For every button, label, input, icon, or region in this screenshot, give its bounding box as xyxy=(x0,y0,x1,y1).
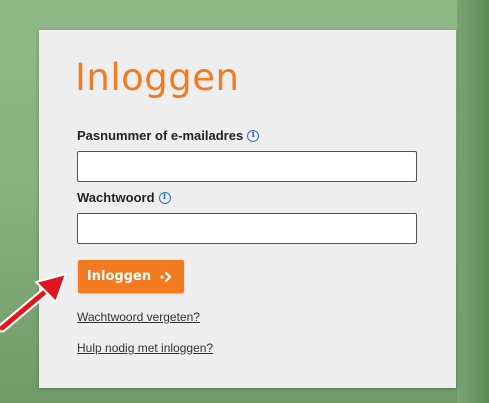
login-button-label: Inloggen xyxy=(86,269,152,284)
forgot-password-link[interactable]: Wachtwoord vergeten? xyxy=(77,310,200,324)
password-label-text: Wachtwoord xyxy=(77,190,155,205)
username-input[interactable] xyxy=(77,151,417,182)
info-icon[interactable]: i xyxy=(247,129,260,142)
password-label: Wachtwoord i xyxy=(77,190,171,205)
double-chevron-right-icon xyxy=(159,271,175,283)
username-label-text: Pasnummer of e-mailadres xyxy=(77,128,244,143)
page-title: Inloggen xyxy=(75,56,240,99)
background-panel xyxy=(457,0,489,403)
red-arrow-icon xyxy=(0,273,67,333)
login-card: Inloggen Pasnummer of e-mailadres i Wach… xyxy=(39,30,456,388)
login-button[interactable]: Inloggen xyxy=(78,260,184,293)
help-login-link[interactable]: Hulp nodig met inloggen? xyxy=(77,341,213,355)
password-input[interactable] xyxy=(77,213,417,244)
info-icon[interactable]: i xyxy=(158,191,171,204)
username-label: Pasnummer of e-mailadres i xyxy=(77,128,260,143)
